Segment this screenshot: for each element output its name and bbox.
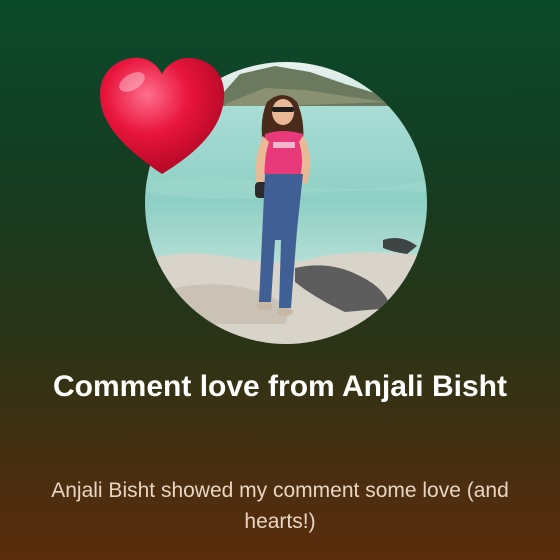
notification-title: Comment love from Anjali Bisht [53,370,507,403]
heart-icon [94,52,230,184]
comment-love-card[interactable]: Comment love from Anjali Bisht Anjali Bi… [0,0,560,560]
notification-message: Anjali Bisht showed my comment some love… [51,479,509,533]
